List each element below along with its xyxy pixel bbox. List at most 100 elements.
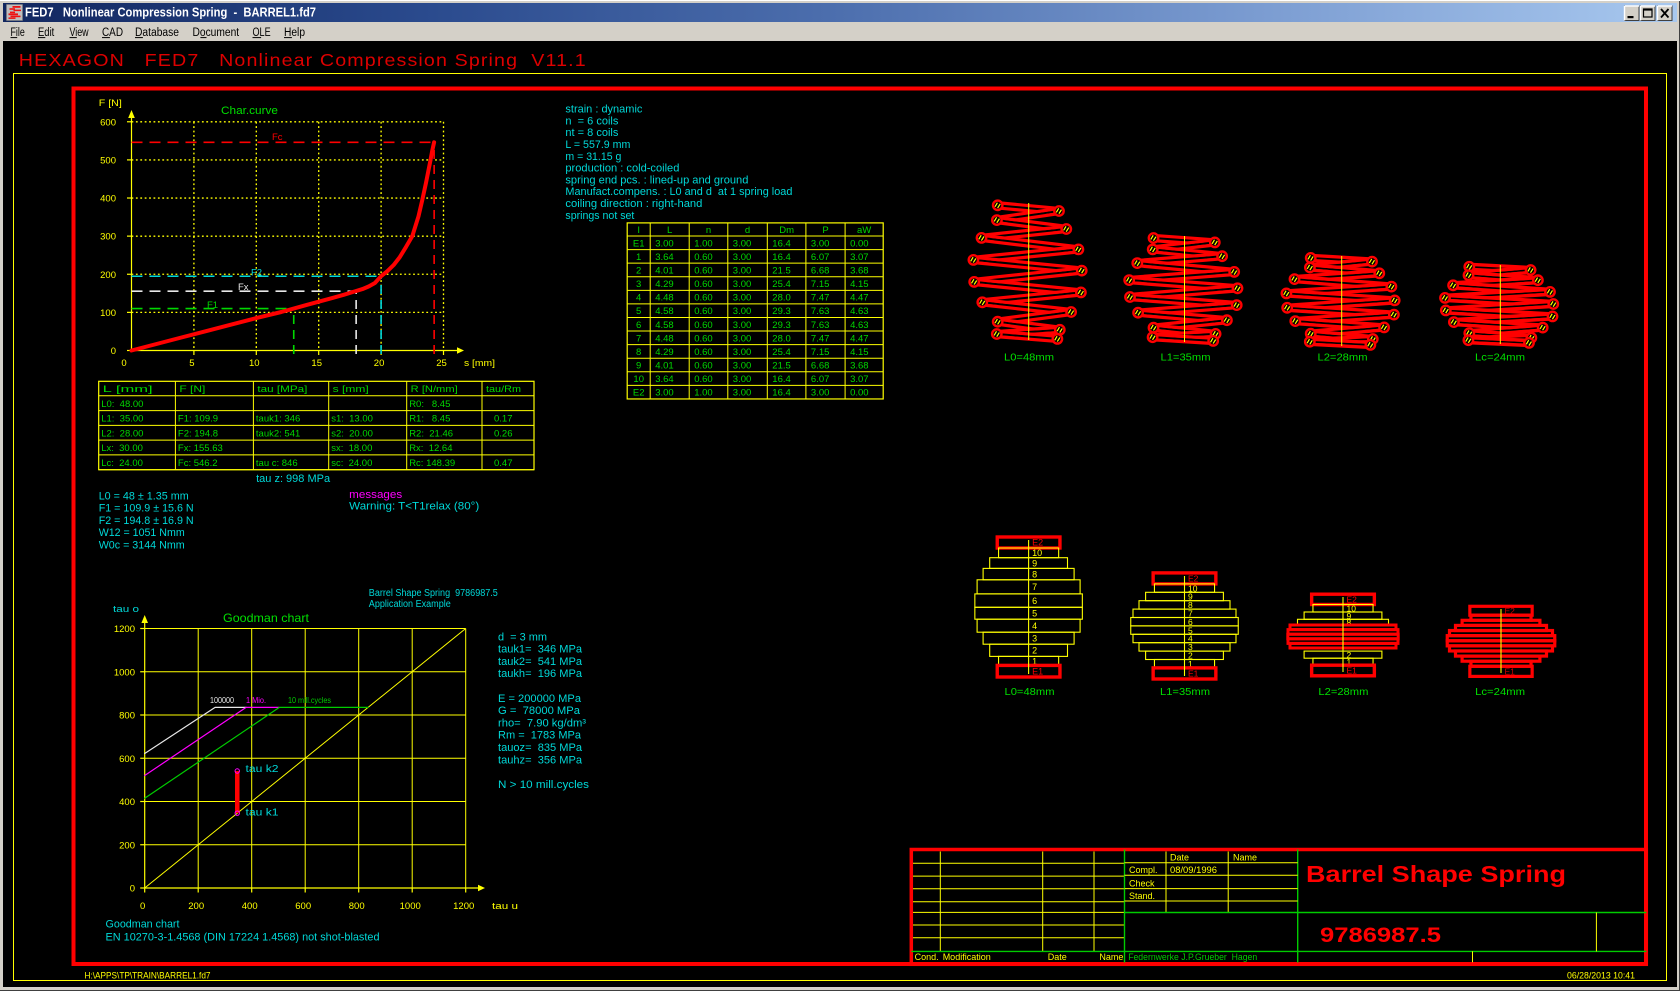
svg-text:0.60: 0.60 xyxy=(694,306,713,317)
svg-text:200: 200 xyxy=(100,270,116,281)
svg-text:Dm: Dm xyxy=(779,225,794,236)
svg-text:Stand.: Stand. xyxy=(1129,891,1155,901)
svg-text:600: 600 xyxy=(295,901,311,912)
svg-text:3: 3 xyxy=(636,279,641,290)
svg-text:28.0: 28.0 xyxy=(772,333,791,344)
svg-text:L: L xyxy=(667,225,672,236)
svg-text:4.15: 4.15 xyxy=(850,279,869,290)
svg-text:3.00: 3.00 xyxy=(733,293,752,304)
svg-text:0.60: 0.60 xyxy=(694,293,713,304)
svg-text:coiling direction : right-hand: coiling direction : right-hand xyxy=(565,198,702,210)
svg-text:0.60: 0.60 xyxy=(694,361,713,372)
svg-text:d = 3 mm: d = 3 mm xyxy=(498,631,547,643)
svg-text:3.00: 3.00 xyxy=(733,279,752,290)
svg-text:0.26: 0.26 xyxy=(494,428,513,439)
svg-text:9: 9 xyxy=(636,361,641,372)
svg-text:3.64: 3.64 xyxy=(655,374,674,385)
svg-text:3.68: 3.68 xyxy=(850,265,869,276)
svg-text:7.47: 7.47 xyxy=(811,333,830,344)
svg-text:d: d xyxy=(745,225,750,236)
svg-text:E2: E2 xyxy=(1188,574,1199,584)
svg-text:7.47: 7.47 xyxy=(811,293,830,304)
svg-text:16.4: 16.4 xyxy=(772,252,791,263)
svg-text:20: 20 xyxy=(374,358,385,369)
svg-text:3.07: 3.07 xyxy=(850,374,869,385)
svg-text:W12 = 1051 Nmm: W12 = 1051 Nmm xyxy=(99,527,185,539)
svg-text:F1: F1 xyxy=(207,300,218,311)
svg-text:s1: 13.00: s1: 13.00 xyxy=(331,414,373,425)
svg-text:E1: E1 xyxy=(1505,667,1516,677)
svg-text:production : cold-coiled: production : cold-coiled xyxy=(565,163,679,175)
svg-text:taukh= 196 MPa: taukh= 196 MPa xyxy=(498,668,583,680)
svg-text:Federnwerke J.P.Grueber Hagen: Federnwerke J.P.Grueber Hagen xyxy=(1128,952,1257,962)
svg-text:tau z: 998 MPa: tau z: 998 MPa xyxy=(256,473,331,485)
svg-text:8: 8 xyxy=(636,347,641,358)
svg-text:25.4: 25.4 xyxy=(772,347,791,358)
svg-text:I: I xyxy=(637,225,640,236)
svg-text:21.5: 21.5 xyxy=(772,361,791,372)
svg-text:3.00: 3.00 xyxy=(733,374,752,385)
svg-text:Document: Document xyxy=(193,27,240,39)
svg-text:0.60: 0.60 xyxy=(694,252,713,263)
svg-text:1: 1 xyxy=(636,252,641,263)
svg-text:OLE: OLE xyxy=(253,27,271,39)
svg-text:0: 0 xyxy=(111,346,116,357)
svg-text:E2: E2 xyxy=(1032,538,1043,548)
svg-text:9786987.5: 9786987.5 xyxy=(1320,924,1441,947)
svg-text:Database: Database xyxy=(135,27,179,39)
svg-text:L0 = 48 ± 1.35 mm: L0 = 48 ± 1.35 mm xyxy=(99,490,189,502)
svg-text:Barrel Shape Spring 9786987.5: Barrel Shape Spring 9786987.5 xyxy=(369,588,498,599)
svg-text:E1: E1 xyxy=(1032,666,1043,676)
svg-text:sc: 24.00: sc: 24.00 xyxy=(331,458,372,469)
svg-text:E1: E1 xyxy=(633,238,645,249)
svg-text:E1: E1 xyxy=(1347,666,1358,676)
svg-text:s [mm]: s [mm] xyxy=(333,384,369,395)
svg-text:3.00: 3.00 xyxy=(733,333,752,344)
svg-text:HEXAGON FED7 Nonlinear Com: HEXAGON FED7 Nonlinear Compression Sprin… xyxy=(19,50,587,70)
svg-text:7: 7 xyxy=(636,333,641,344)
svg-text:View: View xyxy=(70,27,90,39)
svg-text:tauk2: 541: tauk2: 541 xyxy=(256,428,300,439)
svg-text:tau k2: tau k2 xyxy=(246,764,280,775)
svg-text:4.15: 4.15 xyxy=(850,347,869,358)
svg-text:6.68: 6.68 xyxy=(811,265,830,276)
svg-text:L0=48mm: L0=48mm xyxy=(1005,687,1055,698)
svg-text:0.60: 0.60 xyxy=(694,333,713,344)
svg-text:400: 400 xyxy=(242,901,258,912)
svg-text:6: 6 xyxy=(636,320,641,331)
svg-text:600: 600 xyxy=(119,754,135,765)
svg-text:tauk2= 541 MPa: tauk2= 541 MPa xyxy=(498,656,583,668)
svg-text:29.3: 29.3 xyxy=(772,320,791,331)
svg-text:25.4: 25.4 xyxy=(772,279,791,290)
svg-text:rho= 7.90 kg/dm³: rho= 7.90 kg/dm³ xyxy=(498,717,586,729)
svg-text:0.00: 0.00 xyxy=(850,388,869,399)
svg-text:springs not set: springs not set xyxy=(565,210,634,222)
svg-text:F [N]: F [N] xyxy=(179,384,205,395)
svg-text:4.58: 4.58 xyxy=(655,320,674,331)
svg-text:5: 5 xyxy=(189,358,194,369)
svg-text:4.47: 4.47 xyxy=(850,293,869,304)
svg-text:100: 100 xyxy=(100,308,116,319)
svg-text:nt = 8 coils: nt = 8 coils xyxy=(565,127,618,139)
svg-text:5: 5 xyxy=(1032,608,1037,618)
svg-text:Warning: T<T1relax (80°): Warning: T<T1relax (80°) xyxy=(349,501,479,513)
svg-text:tauk1: 346: tauk1: 346 xyxy=(256,414,300,425)
svg-text:Fc: Fc xyxy=(272,132,283,143)
svg-text:Lx: 30.00: Lx: 30.00 xyxy=(101,443,143,454)
svg-text:5: 5 xyxy=(636,306,641,317)
svg-text:s2: 20.00: s2: 20.00 xyxy=(331,428,373,439)
svg-text:4.58: 4.58 xyxy=(655,306,674,317)
svg-text:400: 400 xyxy=(119,797,135,808)
svg-text:Goodman chart: Goodman chart xyxy=(106,919,180,931)
svg-text:Check: Check xyxy=(1129,878,1155,888)
svg-text:7.15: 7.15 xyxy=(811,347,830,358)
svg-text:4.48: 4.48 xyxy=(655,333,674,344)
svg-text:tau o: tau o xyxy=(113,604,139,615)
svg-text:28.0: 28.0 xyxy=(772,293,791,304)
svg-text:L1=35mm: L1=35mm xyxy=(1161,353,1211,364)
svg-text:Compl.: Compl. xyxy=(1129,865,1158,875)
svg-text:8: 8 xyxy=(1032,569,1037,579)
svg-text:29.3: 29.3 xyxy=(772,306,791,317)
svg-text:1000: 1000 xyxy=(400,901,421,912)
svg-text:4.47: 4.47 xyxy=(850,333,869,344)
